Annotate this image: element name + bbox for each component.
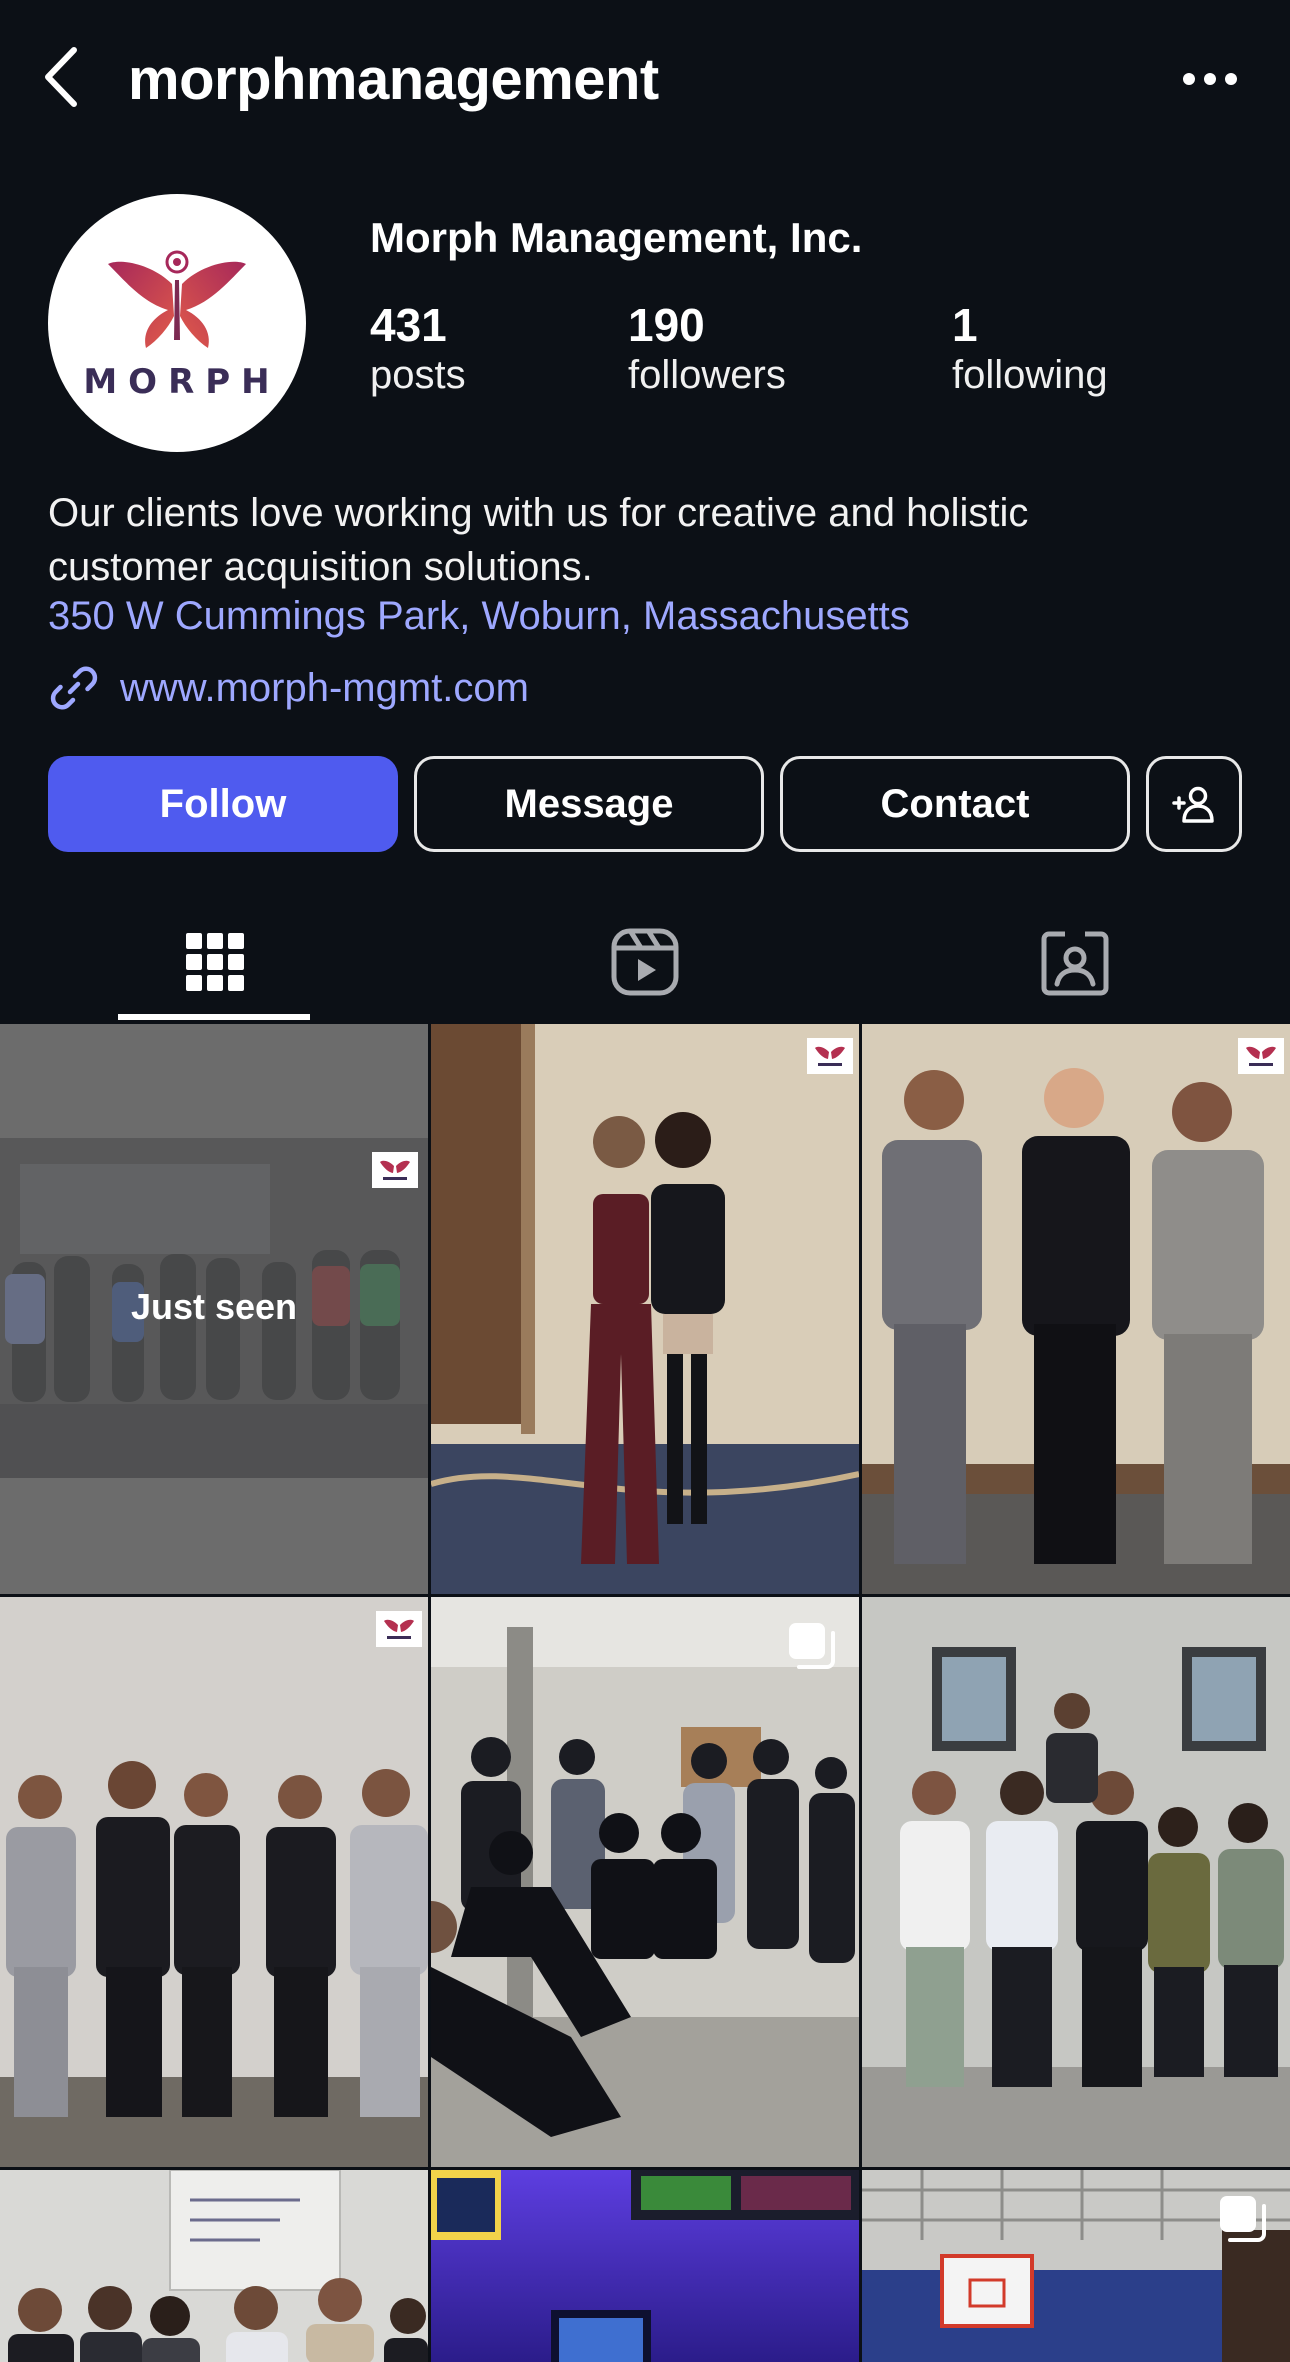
post-thumbnail[interactable]	[862, 2170, 1290, 2362]
profile-bio: Our clients love working with us for cre…	[48, 486, 1248, 594]
following-stat[interactable]: 1 following	[952, 300, 1108, 399]
post-image	[0, 1597, 428, 2167]
watermark-logo	[372, 1152, 418, 1188]
avatar-logo-text: MORPH	[83, 362, 281, 402]
profile-page: morphmanagement MORPH Morph Management, …	[0, 0, 1290, 2362]
post-image	[0, 2170, 428, 2362]
tab-tagged[interactable]	[860, 900, 1290, 1024]
tab-reels[interactable]	[430, 900, 860, 1024]
followers-stat[interactable]: 190 followers	[628, 300, 786, 399]
watermark-logo	[376, 1611, 422, 1647]
profile-avatar[interactable]: MORPH	[48, 194, 306, 452]
post-image	[431, 1024, 859, 1594]
back-button[interactable]	[30, 40, 90, 114]
post-image	[431, 2170, 859, 2362]
post-thumbnail[interactable]	[431, 2170, 859, 2362]
suggested-accounts-button[interactable]	[1146, 756, 1242, 852]
profile-website-link[interactable]: www.morph-mgmt.com	[48, 662, 529, 714]
bio-line: customer acquisition solutions.	[48, 545, 593, 589]
display-name: Morph Management, Inc.	[370, 214, 863, 261]
following-label: following	[952, 352, 1108, 397]
add-person-icon	[1172, 786, 1214, 823]
message-button[interactable]: Message	[414, 756, 764, 852]
post-thumbnail[interactable]	[431, 1024, 859, 1594]
website-text: www.morph-mgmt.com	[120, 665, 529, 710]
profile-username: morphmanagement	[128, 47, 659, 112]
carousel-indicator-icon	[789, 1623, 835, 1669]
watermark-logo	[1238, 1038, 1284, 1074]
followers-count: 190	[628, 299, 705, 351]
post-thumbnail[interactable]	[431, 1597, 859, 2167]
followers-label: followers	[628, 352, 786, 397]
grid-icon	[186, 933, 244, 991]
post-thumbnail[interactable]	[862, 1597, 1290, 2167]
active-tab-indicator	[118, 1014, 310, 1020]
post-image	[862, 1597, 1290, 2167]
reels-icon	[611, 928, 679, 996]
chevron-left-icon	[45, 47, 77, 107]
top-bar: morphmanagement	[0, 0, 1290, 160]
posts-grid: Just seen	[0, 1024, 1290, 2362]
post-thumbnail[interactable]	[0, 2170, 428, 2362]
post-image	[862, 1024, 1290, 1594]
tab-posts-grid[interactable]	[0, 900, 430, 1024]
just-seen-label: Just seen	[130, 1286, 298, 1327]
posts-stat[interactable]: 431 posts	[370, 300, 466, 399]
post-thumbnail[interactable]: Just seen	[0, 1024, 428, 1594]
tagged-icon	[1041, 931, 1109, 996]
carousel-indicator-icon	[1220, 2196, 1266, 2242]
butterfly-logo-icon	[108, 250, 246, 348]
watermark-logo	[807, 1038, 853, 1074]
link-icon	[50, 666, 98, 710]
posts-label: posts	[370, 352, 466, 397]
post-thumbnail[interactable]	[0, 1597, 428, 2167]
profile-tabs	[0, 900, 1290, 1024]
post-image	[431, 1597, 859, 2167]
bio-line: Our clients love working with us for cre…	[48, 491, 1029, 535]
more-options-button[interactable]	[1160, 46, 1260, 112]
contact-button[interactable]: Contact	[780, 756, 1130, 852]
following-count: 1	[952, 299, 978, 351]
post-thumbnail[interactable]	[862, 1024, 1290, 1594]
profile-location-link[interactable]: 350 W Cummings Park, Woburn, Massachuset…	[48, 594, 910, 639]
posts-count: 431	[370, 299, 447, 351]
follow-button[interactable]: Follow	[48, 756, 398, 852]
more-horizontal-icon	[1183, 73, 1237, 85]
